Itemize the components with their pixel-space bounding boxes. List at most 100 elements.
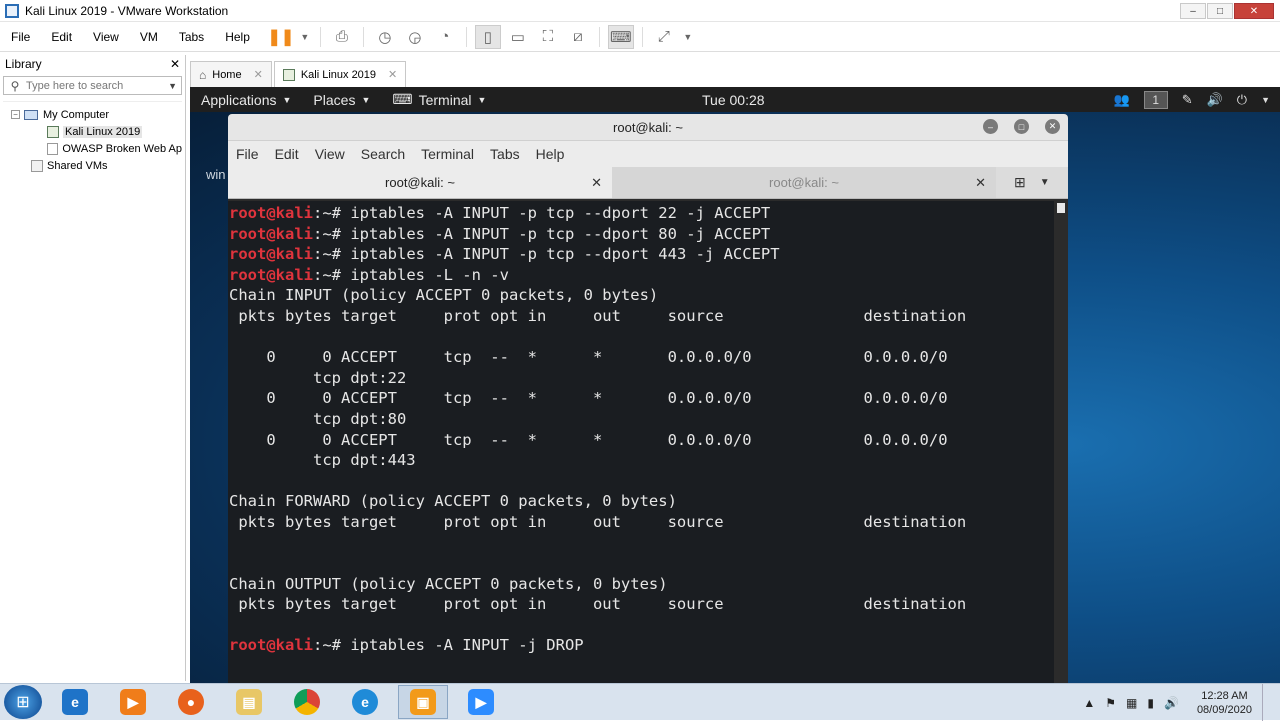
new-tab-icon[interactable]: ⊞ (1014, 174, 1026, 191)
tab-home[interactable]: ⌂ Home ✕ (190, 61, 272, 87)
tree-item-shared-vms[interactable]: Shared VMs (3, 157, 182, 174)
flag-icon[interactable]: ⚑ (1105, 696, 1116, 710)
tab-close-icon[interactable]: ✕ (591, 175, 602, 191)
library-search[interactable]: ⚲ Type here to search ▼ (3, 76, 182, 95)
search-input[interactable]: Type here to search (26, 80, 123, 92)
terminal-menu-search[interactable]: Search (353, 146, 413, 162)
close-button[interactable]: ✕ (1234, 3, 1274, 19)
collapse-icon[interactable]: − (11, 110, 20, 119)
kali-desktop[interactable]: Applications ▼ Places ▼ ⌨ Terminal ▼ Tue… (190, 87, 1280, 683)
console-view-icon[interactable]: ⌨ (607, 24, 634, 49)
menu-vm[interactable]: VM (129, 30, 168, 44)
minimize-icon[interactable]: – (983, 119, 998, 134)
tree-label: Kali Linux 2019 (63, 125, 143, 138)
terminal-scrollbar[interactable] (1054, 201, 1068, 683)
gnome-tray: 👥 1 ✎ 🔊 ⏻ ▼ (1114, 90, 1270, 109)
zoom-icon[interactable]: ▶ (456, 685, 506, 719)
menu-file[interactable]: File (0, 30, 40, 44)
command-text: iptables -A INPUT -p tcp --dport 80 -j A… (350, 224, 771, 243)
menu-edit[interactable]: Edit (40, 30, 82, 44)
users-icon[interactable]: 👥 (1114, 92, 1130, 108)
terminal-menu-terminal[interactable]: Terminal (413, 146, 482, 162)
terminal-output-line: Chain INPUT (policy ACCEPT 0 packets, 0 … (229, 286, 659, 305)
volume-icon[interactable]: 🔊 (1164, 696, 1179, 710)
revert-snapshot-icon[interactable]: ◶ (402, 25, 428, 49)
terminal-tab-1[interactable]: root@kali: ~ ✕ (228, 167, 612, 198)
close-icon[interactable]: ✕ (1045, 119, 1060, 134)
pen-icon[interactable]: ✎ (1182, 92, 1193, 108)
places-menu[interactable]: Places ▼ (302, 92, 381, 108)
terminal-tab-2[interactable]: root@kali: ~ ✕ (612, 167, 996, 198)
computer-icon (24, 109, 38, 120)
unity-icon[interactable]: ⧄ (565, 25, 591, 49)
pause-icon[interactable]: ❚❚ (267, 25, 294, 49)
tab-list-icon[interactable]: ▼ (1040, 177, 1050, 188)
terminal-menu-tabs[interactable]: Tabs (482, 146, 528, 162)
start-button[interactable]: ⊞ (4, 685, 42, 719)
terminal-icon: ⌨ (392, 91, 413, 107)
stretch-icon[interactable]: ⤢ (651, 25, 677, 49)
show-library-icon[interactable]: ▯ (474, 24, 501, 49)
terminal-output[interactable]: root@kali:~# iptables -A INPUT -p tcp --… (228, 201, 1054, 683)
tree-item-kali[interactable]: Kali Linux 2019 (3, 123, 182, 140)
tab-kali[interactable]: Kali Linux 2019 ✕ (273, 61, 407, 87)
chrome-icon[interactable] (282, 685, 332, 719)
internet-explorer-icon[interactable]: e (50, 685, 100, 719)
volume-icon[interactable]: 🔊 (1207, 92, 1223, 108)
menu-view[interactable]: View (82, 30, 129, 44)
dropdown-icon[interactable]: ▼ (681, 25, 695, 49)
vmware-tray-icon[interactable]: ▦ (1126, 696, 1137, 710)
chevron-down-icon[interactable]: ▼ (164, 81, 181, 91)
show-hidden-icons-icon[interactable]: ▲ (1083, 696, 1095, 710)
edge-icon[interactable]: e (340, 685, 390, 719)
menu-help[interactable]: Help (214, 30, 260, 44)
thumbnail-bar-icon[interactable]: ▭ (505, 25, 531, 49)
terminal-menu-view[interactable]: View (307, 146, 353, 162)
library-header: Library ✕ (0, 55, 185, 73)
file-explorer-icon[interactable]: ▤ (224, 685, 274, 719)
terminal-menu-edit[interactable]: Edit (267, 146, 307, 162)
menu-tabs[interactable]: Tabs (168, 30, 214, 44)
scrollbar-thumb[interactable] (1057, 203, 1065, 213)
toolbar-separator (319, 26, 321, 47)
power-icon[interactable]: ⏻ (1237, 92, 1247, 108)
dropdown-icon[interactable]: ▼ (298, 25, 312, 49)
vm-icon (282, 68, 295, 81)
tree-label: OWASP Broken Web Ap (62, 142, 182, 155)
toolbar-separator (641, 26, 643, 47)
terminal-app-menu[interactable]: ⌨ Terminal ▼ (381, 91, 497, 108)
full-screen-icon[interactable]: ⛶ (535, 25, 561, 49)
tab-close-icon[interactable]: ✕ (975, 175, 986, 191)
prompt-suffix: :~# (313, 204, 351, 222)
workspace-indicator[interactable]: 1 (1143, 90, 1168, 109)
vmware-icon[interactable]: ▣ (398, 685, 448, 719)
media-player-icon[interactable]: ▶ (108, 685, 158, 719)
tab-close-icon[interactable]: ✕ (388, 68, 397, 81)
caret-down-icon: ▼ (361, 94, 371, 105)
terminal-window[interactable]: root@kali: ~ – □ ✕ File Edit View Search… (228, 114, 1068, 683)
desktop-icon-label[interactable]: win (206, 167, 226, 182)
chevron-down-icon[interactable]: ▼ (1261, 95, 1270, 105)
taskbar-clock[interactable]: 12:28 AM 08/09/2020 (1197, 689, 1252, 717)
gnome-clock[interactable]: Tue 00:28 (702, 92, 765, 108)
snapshot-manager-icon[interactable]: ◔ (432, 25, 458, 49)
terminal-menu-help[interactable]: Help (528, 146, 573, 162)
snapshot-icon[interactable]: ◷ (372, 25, 398, 49)
toolbar-separator (465, 26, 467, 47)
tab-close-icon[interactable]: ✕ (254, 68, 263, 81)
places-label: Places (313, 91, 356, 108)
tree-item-owasp[interactable]: OWASP Broken Web Ap (3, 140, 182, 157)
applications-menu[interactable]: Applications ▼ (190, 92, 302, 108)
terminal-menu-file[interactable]: File (228, 146, 267, 162)
firefox-icon[interactable]: ● (166, 685, 216, 719)
show-desktop-button[interactable] (1262, 684, 1272, 721)
library-close-icon[interactable]: ✕ (170, 57, 180, 71)
minimize-button[interactable]: – (1180, 3, 1206, 19)
maximize-icon[interactable]: □ (1014, 119, 1029, 134)
terminal-window-controls: – □ ✕ (983, 119, 1060, 134)
applications-label: Applications (201, 91, 277, 108)
network-icon[interactable]: ▮ (1147, 696, 1154, 710)
maximize-button[interactable]: □ (1207, 3, 1233, 19)
tree-item-my-computer[interactable]: − My Computer (3, 106, 182, 123)
send-keys-icon[interactable]: ⎙ (329, 25, 355, 49)
